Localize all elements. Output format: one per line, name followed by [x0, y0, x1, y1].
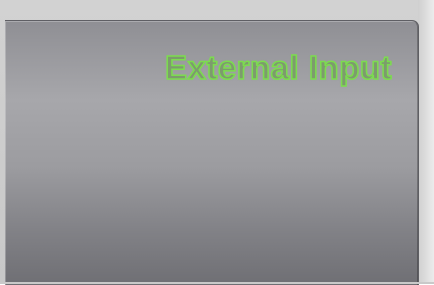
display-bezel-right — [418, 0, 434, 284]
input-source-title: External Input — [165, 49, 392, 87]
display-screen: External Input — [5, 20, 419, 285]
